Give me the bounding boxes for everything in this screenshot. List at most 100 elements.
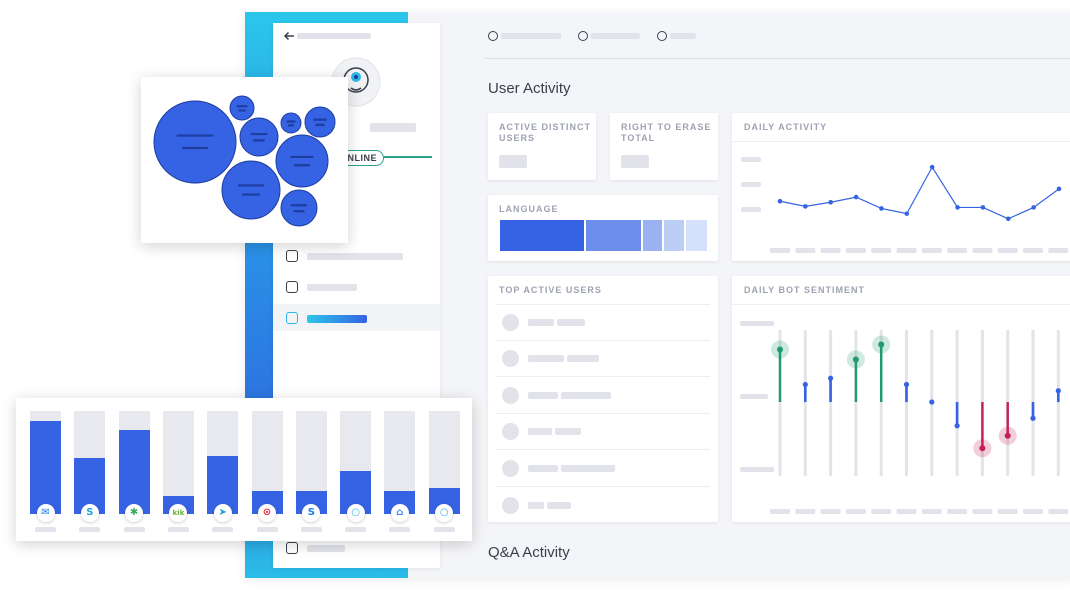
- daily-activity-point: [955, 205, 960, 210]
- x-tick-placeholder: [871, 248, 892, 253]
- sentiment-point: [954, 423, 960, 429]
- daily-activity-line: [779, 165, 1060, 220]
- bubble-label-placeholder: [238, 109, 246, 112]
- back-label-placeholder: [297, 33, 371, 39]
- user-name-placeholder: [528, 465, 558, 472]
- card-title: TOP ACTIVE USERS: [499, 285, 602, 295]
- x-tick-placeholder: [770, 509, 790, 514]
- card-active-distinct-users: ACTIVE DISTINCT USERS: [488, 113, 596, 180]
- sentiment-point: [828, 375, 834, 381]
- daily-activity-line-chart: [770, 164, 1069, 253]
- bubble-label-placeholder: [290, 204, 308, 207]
- x-tick-placeholder: [845, 248, 866, 253]
- section-title-user-activity: User Activity: [488, 80, 571, 97]
- user-avatar: [502, 460, 519, 477]
- daily-activity-point: [879, 206, 884, 211]
- kpi-value-placeholder: [499, 155, 527, 168]
- x-tick-placeholder: [997, 248, 1018, 253]
- channel-label-placeholder: [389, 527, 411, 532]
- channel-bar: [30, 421, 61, 514]
- filter-label: [670, 33, 696, 39]
- skype-icon: S: [80, 504, 99, 522]
- user-avatar: [502, 387, 519, 404]
- x-tick-placeholder: [947, 509, 968, 514]
- sentiment-point: [1030, 415, 1036, 421]
- slack-icon: ✱: [125, 504, 144, 522]
- user-count-placeholder: [557, 319, 585, 326]
- bubble-label-placeholder: [286, 120, 296, 123]
- sidebar-item-checkbox[interactable]: [286, 542, 298, 554]
- channel-label-placeholder: [123, 527, 145, 532]
- user-avatar: [502, 423, 519, 440]
- alexa-icon: ○: [346, 504, 365, 522]
- messenger-icon: ✉: [36, 504, 55, 522]
- bubble-label-placeholder: [250, 132, 268, 136]
- card-top-active-users: TOP ACTIVE USERS: [488, 276, 718, 522]
- kik-icon: kik: [169, 504, 188, 522]
- x-tick-placeholder: [972, 248, 993, 253]
- bubble-label-placeholder: [293, 164, 311, 167]
- bubble-label-placeholder: [287, 124, 295, 127]
- daily-activity-point: [929, 164, 935, 170]
- bubble-chart-panel: [141, 77, 348, 243]
- user-name-placeholder: [528, 392, 558, 399]
- row-divider: [496, 486, 710, 487]
- sidebar-item-checkbox[interactable]: [286, 281, 298, 293]
- filter-radio[interactable]: [488, 31, 498, 41]
- bubble: [221, 160, 281, 220]
- bubble-label-placeholder: [315, 123, 325, 126]
- card-title: RIGHT TO ERASE TOTAL: [621, 122, 712, 143]
- channel-bar-chart: ✉ S ✱ kik ➤ ⊙ S ○ ⌂ ○: [16, 398, 472, 541]
- language-segment: [585, 220, 643, 251]
- row-divider: [496, 340, 710, 341]
- x-tick-placeholder: [896, 248, 917, 253]
- x-tick-placeholder: [795, 509, 816, 514]
- channel-label-placeholder: [167, 527, 189, 532]
- x-tick-placeholder: [921, 509, 942, 514]
- user-count-placeholder: [561, 465, 615, 472]
- daily-activity-point: [853, 194, 859, 200]
- bubble: [239, 117, 279, 157]
- x-tick-placeholder: [1048, 248, 1069, 253]
- bubble-label-placeholder: [182, 146, 208, 150]
- bubble: [304, 106, 336, 138]
- bubble-label-placeholder: [290, 155, 314, 159]
- section-title-qa-activity: Q&A Activity: [488, 544, 570, 561]
- sidebar-item-checkbox[interactable]: [286, 250, 298, 262]
- bubble-label-placeholder: [236, 105, 248, 108]
- sidebar-item-checkbox[interactable]: [286, 312, 298, 324]
- language-bar: [500, 220, 707, 251]
- daily-bot-sentiment-chart: [770, 330, 1069, 514]
- filter-label: [591, 33, 640, 39]
- x-tick-placeholder: [972, 509, 993, 514]
- bubble: [275, 134, 329, 188]
- bot-name-placeholder: [370, 123, 416, 132]
- language-segment: [500, 220, 586, 251]
- telegram-icon: ➤: [213, 504, 232, 522]
- bubble: [280, 112, 302, 134]
- user-avatar: [502, 314, 519, 331]
- x-tick-placeholder: [921, 248, 942, 253]
- channel-label-placeholder: [433, 527, 455, 532]
- user-count-placeholder: [561, 392, 611, 399]
- channel-label-placeholder: [256, 527, 278, 532]
- language-segment: [685, 220, 707, 251]
- back-arrow-icon[interactable]: [283, 29, 295, 41]
- sidebar-item-label: [307, 253, 403, 260]
- card-title: LANGUAGE: [499, 204, 559, 214]
- x-tick-placeholder: [896, 509, 917, 514]
- bubble-label-placeholder: [237, 184, 265, 187]
- sentiment-point: [929, 399, 935, 405]
- filter-radio[interactable]: [657, 31, 667, 41]
- user-count-placeholder: [567, 355, 599, 362]
- user-avatar: [502, 350, 519, 367]
- x-tick-placeholder: [1023, 509, 1043, 514]
- channel-label-placeholder: [79, 527, 101, 532]
- channel-label-placeholder: [212, 527, 234, 532]
- x-tick-placeholder: [997, 509, 1018, 514]
- bubble: [153, 100, 237, 184]
- filter-radio[interactable]: [578, 31, 588, 41]
- user-count-placeholder: [555, 428, 581, 435]
- daily-activity-point: [777, 198, 783, 204]
- channel-label-placeholder: [300, 527, 322, 532]
